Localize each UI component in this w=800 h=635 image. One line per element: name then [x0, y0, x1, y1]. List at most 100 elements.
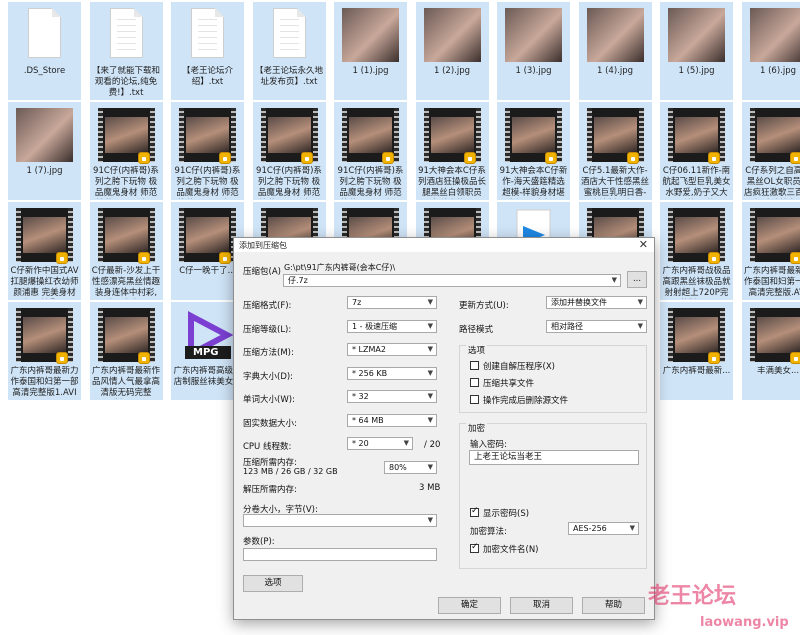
show-password-label: 显示密码(S): [483, 509, 530, 519]
file-item[interactable]: 91C仔(内裤哥)系列之胯下玩物 极品魔鬼身材 师范校花1080P高...: [171, 102, 244, 200]
file-item[interactable]: 【老王论坛介绍】.txt: [171, 2, 244, 100]
split-select[interactable]: ▼: [243, 514, 437, 527]
video-thumbnail: [749, 108, 800, 164]
file-item[interactable]: .DS_Store: [8, 2, 81, 100]
file-item[interactable]: C仔06.11新作-南航起飞型巨乳美女水野爱,奶子又大又酥软,干的...: [660, 102, 733, 200]
image-thumbnail: [505, 8, 562, 62]
encrypt-names-checkbox[interactable]: [470, 542, 479, 553]
file-item[interactable]: 1 (5).jpg: [660, 2, 733, 100]
file-name: 【老王论坛介绍】.txt: [181, 66, 233, 87]
video-thumbnail: [749, 308, 800, 364]
chevron-down-icon: ▼: [427, 392, 433, 400]
file-item[interactable]: 广东内裤哥最新力作泰国和妇第一部高清完整版.AVI: [741, 202, 800, 300]
options-button[interactable]: 选项: [243, 575, 303, 592]
file-item[interactable]: 1 (2).jpg: [415, 2, 489, 100]
chevron-down-icon: ▼: [611, 276, 617, 284]
chevron-down-icon: ▼: [427, 322, 433, 330]
file-item[interactable]: C仔最新-沙发上干性感漂亮黑丝情趣装身连体中村彩,鸡巴太大...: [89, 202, 163, 300]
file-item[interactable]: 91C仔(内裤哥)系列之胯下玩物 极品魔鬼身材 师范校花1080P高...: [89, 102, 163, 200]
algo-select[interactable]: AES-256 ▼: [568, 522, 639, 535]
lock-icon: [708, 252, 720, 264]
file-item[interactable]: 1 (7).jpg: [8, 102, 81, 200]
video-thumbnail: [423, 108, 481, 164]
file-item[interactable]: 91大神会本C仔系列酒店狂操极品长腿黑丝白领职员 各种姿势...: [415, 102, 489, 200]
video-thumbnail: [179, 108, 236, 164]
file-name: C仔一晚干了...: [179, 266, 236, 276]
file-item[interactable]: 【老王论坛永久地址发布页】.txt: [252, 2, 326, 100]
file-name: 91大神会本C仔新作-海天盛筵精选超模-样貌身材堪称极品,大长...: [499, 166, 568, 198]
file-item[interactable]: 广东内裤哥最新...: [660, 302, 733, 400]
file-item[interactable]: C仔5.1最新大作-酒店大干性感黑丝蜜桃巨乳明日香-高清版! 鸡...: [578, 102, 652, 200]
file-item[interactable]: 1 (3).jpg: [497, 2, 570, 100]
archive-label: 压缩包(A): [243, 267, 281, 277]
file-item[interactable]: 91大神会本C仔新作-海天盛筵精选超模-样貌身材堪称极品,大长...: [497, 102, 570, 200]
chevron-down-icon: ▼: [427, 516, 433, 524]
file-item[interactable]: 1 (1).jpg: [334, 2, 407, 100]
video-thumbnail: [97, 108, 155, 164]
file-item[interactable]: 广东内裤哥最新作品风情人气最拿高清版无码完整版.AVI: [89, 302, 163, 400]
video-thumbnail: [505, 108, 562, 164]
file-item[interactable]: 丰满美女...: [741, 302, 800, 400]
chevron-down-icon: ▼: [427, 345, 433, 353]
level-select[interactable]: 1 - 极速压缩 ▼: [347, 320, 437, 333]
cpu-label: CPU 线程数:: [243, 442, 292, 452]
file-item[interactable]: 91C仔(内裤哥)系列之胯下玩物 极品魔鬼身材 师范校花1080P高...: [334, 102, 407, 200]
lock-icon: [708, 152, 720, 164]
file-name: 广东内裤哥战极品高跟黑丝袜极品就射射超上720P完整版.AVI: [662, 266, 731, 298]
password-input[interactable]: 上老王论坛当老王: [469, 450, 639, 465]
file-name: 广东内裤哥高级酒店制服丝袜美女...: [173, 366, 242, 387]
close-icon[interactable]: ✕: [639, 238, 648, 251]
sfx-checkbox[interactable]: [470, 361, 479, 370]
archive-name-field[interactable]: 仔.7z ▼: [283, 274, 621, 287]
file-name: C仔06.11新作-南航起飞型巨乳美女水野爱,奶子又大又酥软,干的...: [662, 166, 731, 198]
pathmode-select[interactable]: 相对路径 ▼: [546, 320, 647, 333]
delete-checkbox[interactable]: [470, 395, 479, 404]
lock-icon: [137, 352, 150, 364]
ok-button[interactable]: 确定: [438, 597, 501, 614]
file-item[interactable]: 【来了就能下载和观看的论坛,纯免费!】.txt: [89, 2, 163, 100]
video-thumbnail: [668, 308, 725, 364]
browse-button[interactable]: ...: [627, 271, 647, 288]
show-password-checkbox[interactable]: [470, 506, 479, 517]
file-name: .DS_Store: [23, 66, 66, 76]
file-item[interactable]: 91C仔(内裤哥)系列之胯下玩物 极品魔鬼身材 师范校花1080P高...: [252, 102, 326, 200]
algo-label: 加密算法:: [470, 527, 507, 537]
document-icon: [272, 8, 306, 58]
solid-label: 固实数据大小:: [243, 419, 297, 429]
params-input[interactable]: [243, 548, 437, 561]
level-value: 1 - 极速压缩: [352, 322, 398, 331]
video-thumbnail: [668, 108, 725, 164]
shared-checkbox[interactable]: [470, 378, 479, 387]
cancel-button[interactable]: 取消: [510, 597, 573, 614]
file-item[interactable]: C仔系列之自高职黑丝OL女职员酒店疯狂激歌三百回合 呻吟给力...: [741, 102, 800, 200]
decomp-label: 解压所需内存:: [243, 485, 297, 495]
file-name: 1 (4).jpg: [596, 66, 633, 76]
file-item[interactable]: 广东内裤哥最新力作泰国和妇第一部高清完整版1.AVI: [8, 302, 81, 400]
image-thumbnail: [668, 8, 725, 62]
format-select[interactable]: 7z ▼: [347, 296, 437, 309]
watermark: 老王论坛 laowang.vip: [640, 582, 800, 635]
dialog-titlebar[interactable]: 添加到压缩包 ✕: [234, 238, 654, 252]
file-item[interactable]: C仔新作中国式AV 扛腿爆操红衣幼师颜浦惠 完美身材 靓臀美乳...: [8, 202, 81, 300]
solid-select[interactable]: * 64 MB ▼: [347, 414, 437, 427]
word-value: * 32: [352, 392, 369, 401]
help-button[interactable]: 帮助: [582, 597, 645, 614]
file-item[interactable]: 1 (6).jpg: [741, 2, 800, 100]
mem-percent-select[interactable]: 80% ▼: [384, 461, 437, 474]
file-name: 1 (7).jpg: [26, 166, 63, 176]
file-name: 91C仔(内裤哥)系列之胯下玩物 极品魔鬼身材 师范校花1080P高...: [93, 166, 159, 198]
file-item[interactable]: 广东内裤哥战极品高跟黑丝袜极品就射射超上720P完整版.AVI: [660, 202, 733, 300]
dict-select[interactable]: * 256 KB ▼: [347, 367, 437, 380]
word-select[interactable]: * 32 ▼: [347, 390, 437, 403]
file-item[interactable]: 1 (4).jpg: [578, 2, 652, 100]
cpu-select[interactable]: * 20 ▼: [347, 437, 413, 450]
image-thumbnail: [342, 8, 399, 62]
decomp-value: 3 MB: [419, 483, 441, 493]
dict-value: * 256 KB: [352, 369, 388, 378]
image-thumbnail: [749, 8, 800, 62]
file-name: 【老王论坛永久地址发布页】.txt: [254, 66, 323, 87]
method-select[interactable]: * LZMA2 ▼: [347, 343, 437, 356]
mpg-file-icon: MPG: [179, 308, 236, 362]
update-select[interactable]: 添加并替换文件 ▼: [546, 296, 647, 309]
file-name: 1 (1).jpg: [352, 66, 389, 76]
